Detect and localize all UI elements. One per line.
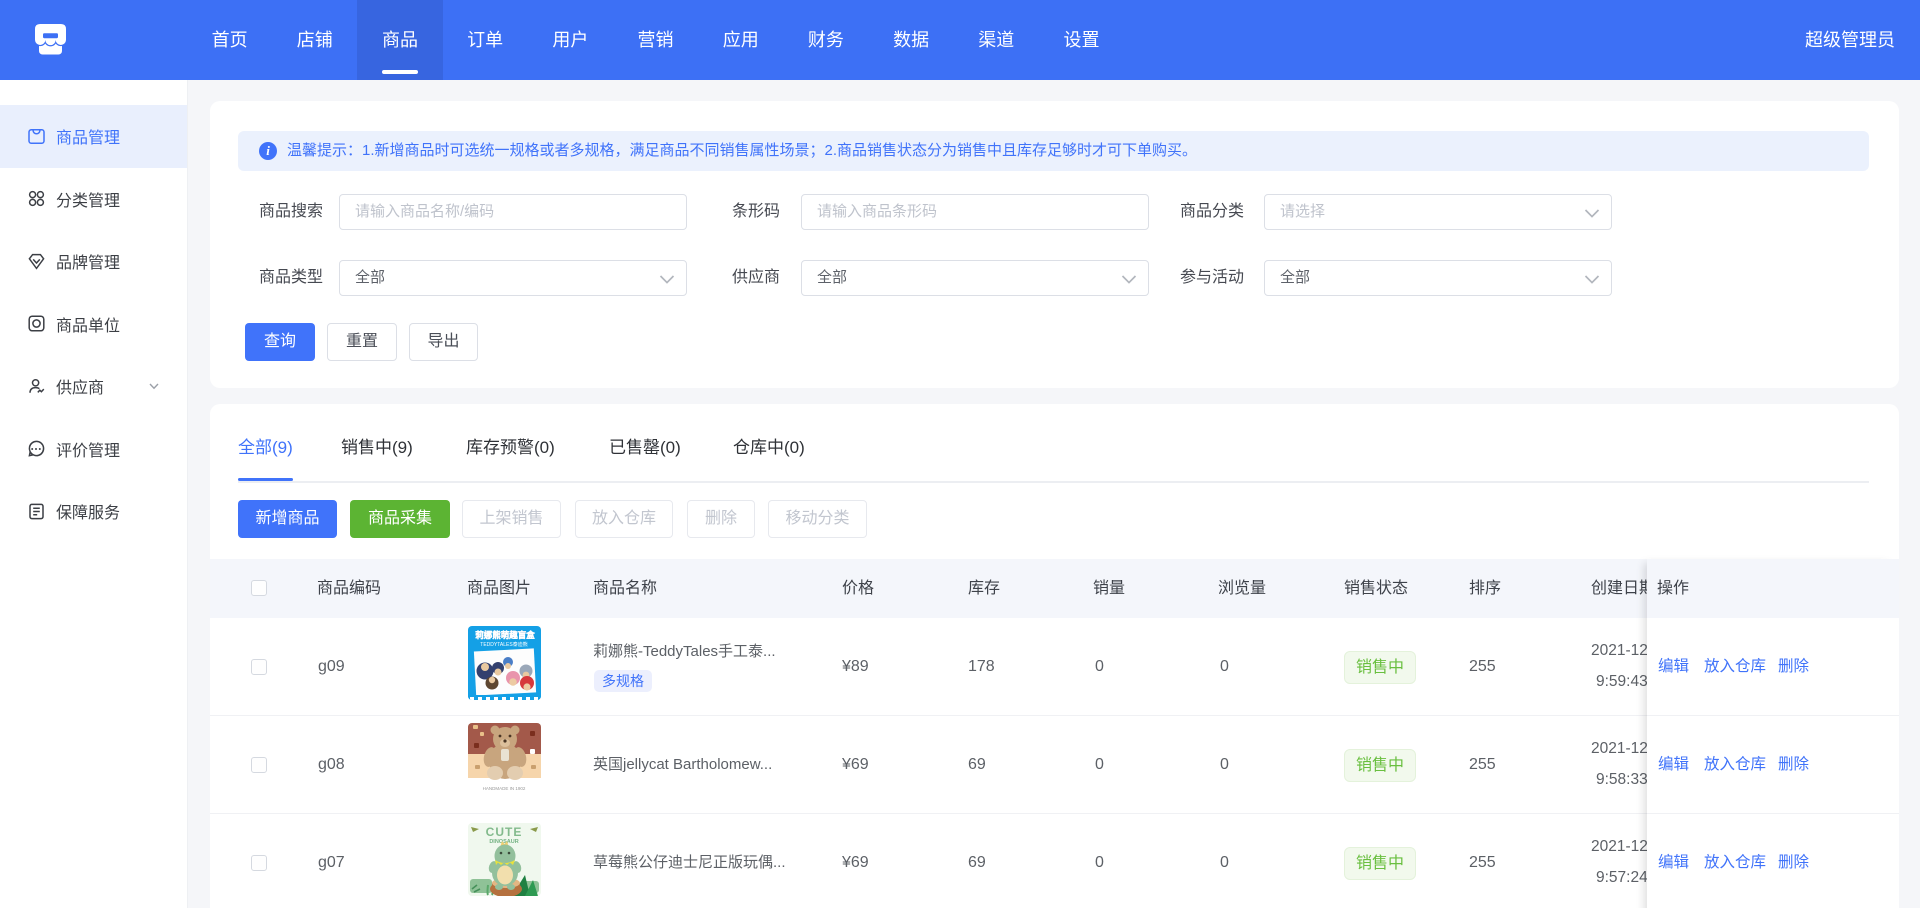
svg-text:TEDDYTALES泰迪熊: TEDDYTALES泰迪熊 [480, 641, 527, 648]
svg-text:CUTE: CUTE [486, 825, 523, 839]
svg-text:莉娜熊萌趣盲盒: 莉娜熊萌趣盲盒 [475, 630, 535, 640]
svg-text:HANDMADE IN 1902: HANDMADE IN 1902 [483, 786, 526, 791]
